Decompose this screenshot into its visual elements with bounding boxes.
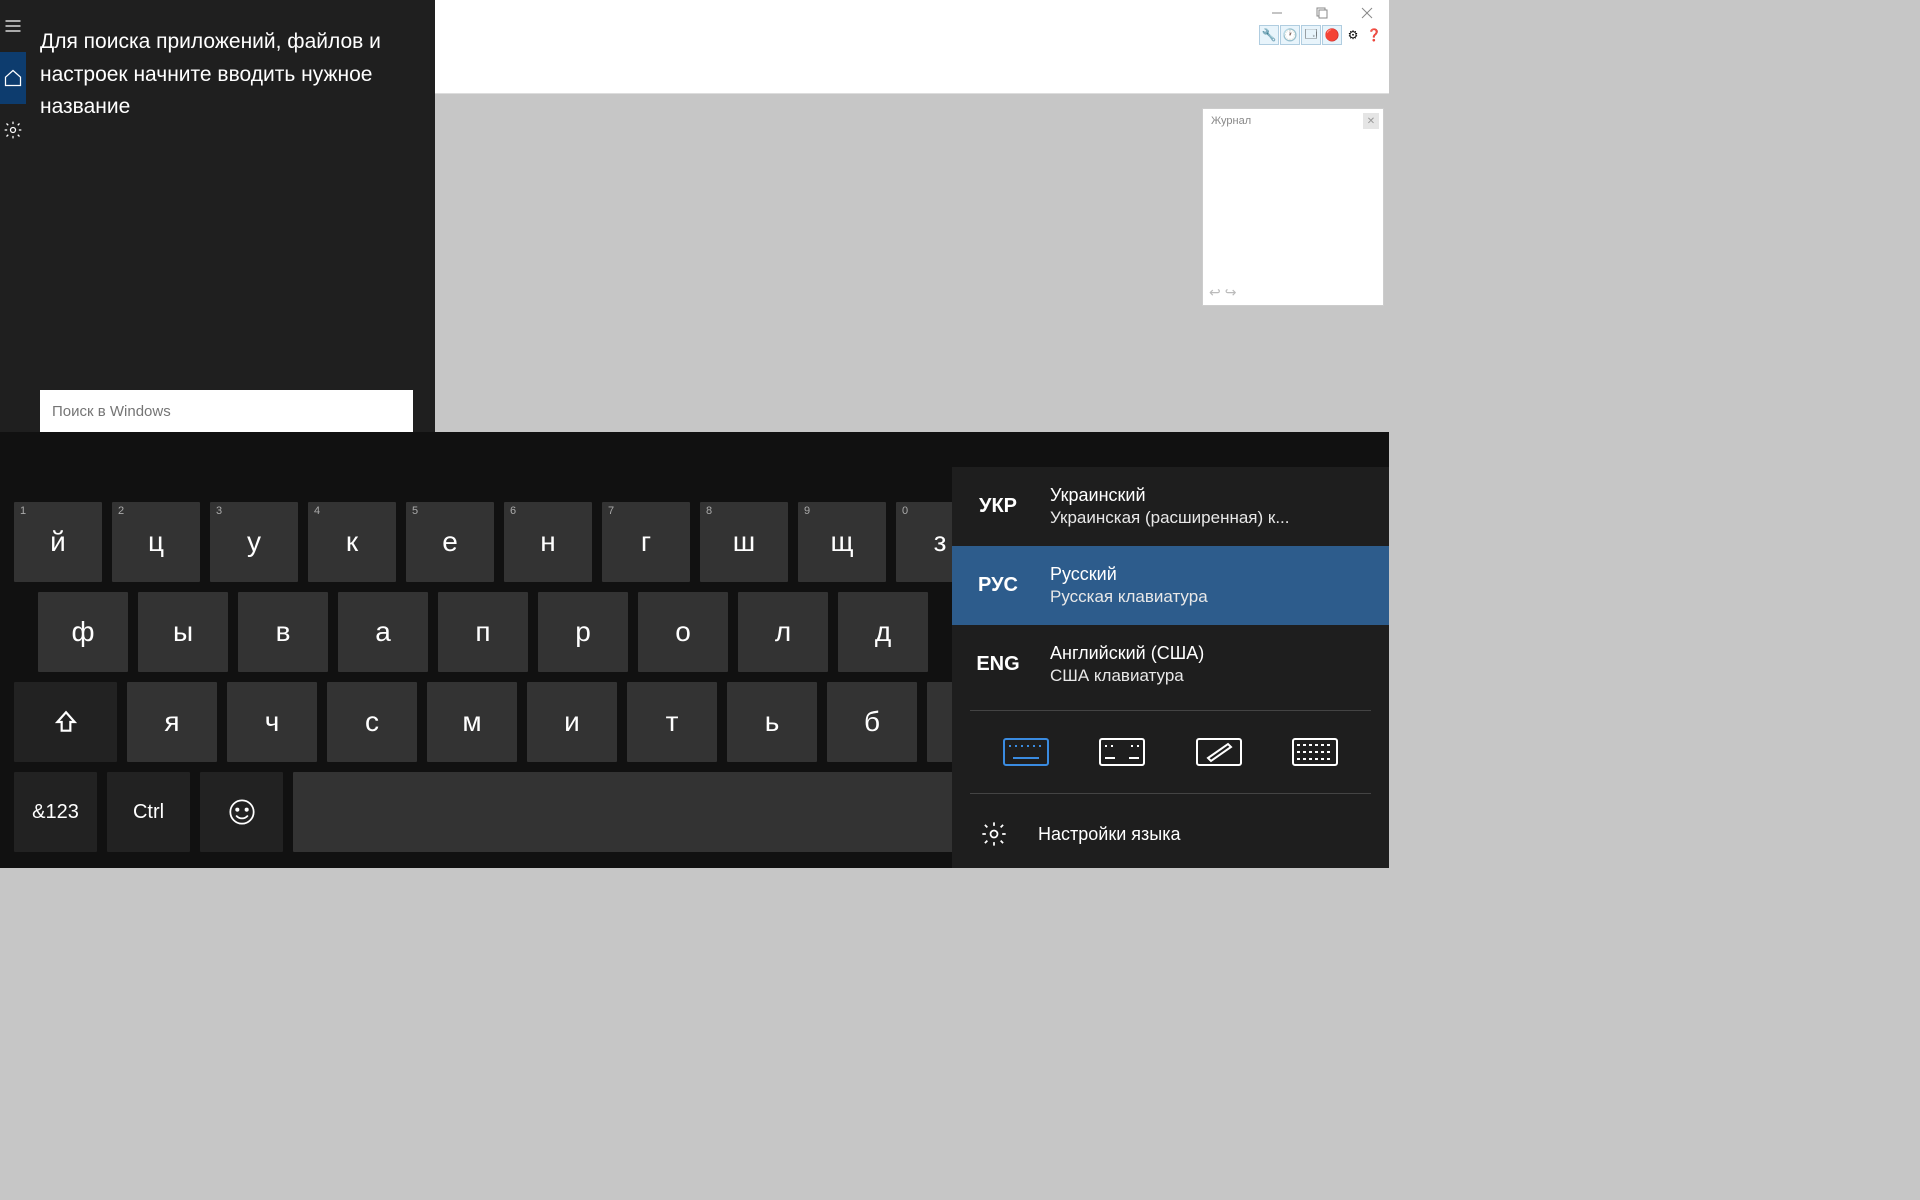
key-ц[interactable]: ц2 [112,502,200,582]
key-ф[interactable]: ф [38,592,128,672]
key-н[interactable]: н6 [504,502,592,582]
layout-full-icon[interactable] [1291,737,1339,767]
key-в[interactable]: в [238,592,328,672]
key-р[interactable]: р [538,592,628,672]
search-panel: Для поиска приложений, файлов и настроек… [0,0,435,432]
separator [970,793,1371,794]
lang-layout: Русская клавиатура [1050,587,1208,607]
gear-icon[interactable]: ⚙ [1343,25,1363,45]
key-м[interactable]: м [427,682,517,762]
ctrl-key[interactable]: Ctrl [107,772,190,852]
close-button[interactable] [1344,0,1389,25]
key-й[interactable]: й1 [14,502,102,582]
layout-standard-icon[interactable] [1002,737,1050,767]
clock-icon[interactable]: 🕐 [1280,25,1300,45]
lang-item-рус[interactable]: РУС РусскийРусская клавиатура [952,546,1389,625]
help-icon[interactable]: ❓ [1364,25,1384,45]
settings-button[interactable] [0,104,26,156]
key-б[interactable]: б [827,682,917,762]
undo-icon[interactable]: ↩ [1209,284,1221,301]
key-т[interactable]: т [627,682,717,762]
layout-row [952,717,1389,787]
key-д[interactable]: д [838,592,928,672]
language-settings-label: Настройки языка [1038,824,1180,845]
journal-panel: Журнал ✕ ↩ ↪ [1202,108,1384,306]
app-toolbar: 🔧 🕐 🗔 🔴 ⚙ ❓ [1259,25,1384,45]
lang-item-укр[interactable]: УКР УкраинскийУкраинская (расширенная) к.… [952,467,1389,546]
key-щ[interactable]: щ9 [798,502,886,582]
lang-name: Русский [1050,564,1208,585]
lang-name: Английский (США) [1050,643,1204,664]
minimize-button[interactable] [1254,0,1299,25]
key-е[interactable]: е5 [406,502,494,582]
key-я[interactable]: я [127,682,217,762]
language-settings-button[interactable]: Настройки языка [952,800,1389,868]
search-input[interactable] [40,390,413,432]
window-controls [1254,0,1389,25]
key-ш[interactable]: ш8 [700,502,788,582]
tool-icon[interactable]: 🔧 [1259,25,1279,45]
color-icon[interactable]: 🔴 [1322,25,1342,45]
emoji-key[interactable] [200,772,283,852]
key-у[interactable]: у3 [210,502,298,582]
lang-item-eng[interactable]: ENG Английский (США)США клавиатура [952,625,1389,704]
layout-handwriting-icon[interactable] [1195,737,1243,767]
key-л[interactable]: л [738,592,828,672]
lang-layout: США клавиатура [1050,666,1204,686]
lang-code: ENG [974,653,1022,676]
lang-code: УКР [974,495,1022,518]
maximize-button[interactable] [1299,0,1344,25]
key-с[interactable]: с [327,682,417,762]
key-ь[interactable]: ь [727,682,817,762]
lang-name: Украинский [1050,485,1290,506]
redo-icon[interactable]: ↪ [1225,284,1237,301]
key-ы[interactable]: ы [138,592,228,672]
key-а[interactable]: а [338,592,428,672]
app-header [435,0,1389,94]
key-о[interactable]: о [638,592,728,672]
shift-key[interactable] [14,682,117,762]
language-popup: УКР УкраинскийУкраинская (расширенная) к.… [952,467,1389,868]
search-hint: Для поиска приложений, файлов и настроек… [40,26,413,124]
key-и[interactable]: и [527,682,617,762]
hamburger-button[interactable] [0,0,26,52]
separator [970,710,1371,711]
layout-split-icon[interactable] [1098,737,1146,767]
lang-code: РУС [974,574,1022,597]
key-п[interactable]: п [438,592,528,672]
key-г[interactable]: г7 [602,502,690,582]
key-ч[interactable]: ч [227,682,317,762]
search-rail [0,0,26,432]
journal-close-button[interactable]: ✕ [1363,113,1379,129]
lang-layout: Украинская (расширенная) к... [1050,508,1290,528]
journal-title: Журнал [1211,115,1251,127]
window-icon[interactable]: 🗔 [1301,25,1321,45]
journal-nav: ↩ ↪ [1209,284,1236,301]
home-button[interactable] [0,52,26,104]
symbols-key[interactable]: &123 [14,772,97,852]
key-к[interactable]: к4 [308,502,396,582]
